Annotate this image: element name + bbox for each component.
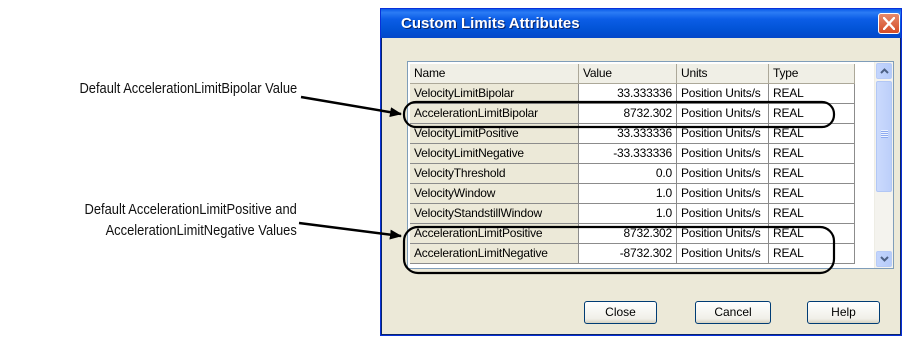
cell-value[interactable]: 8732.302 (579, 104, 677, 124)
close-icon (883, 17, 895, 30)
custom-limits-dialog: Custom Limits Attributes Name Value Unit… (380, 8, 902, 336)
cell-value[interactable]: 33.333336 (579, 84, 677, 104)
cell-type[interactable]: REAL (769, 104, 855, 124)
cell-value[interactable]: -8732.302 (579, 244, 677, 264)
table-row[interactable]: AccelerationLimitPositive 8732.302 Positio… (410, 224, 855, 244)
callout-positive-negative: Default AccelerationLimitPositive and Ac… (85, 199, 297, 241)
cell-units[interactable]: Position Units/s (677, 124, 769, 144)
column-header-value[interactable]: Value (579, 64, 677, 84)
cell-value[interactable]: 1.0 (579, 184, 677, 204)
column-header-name[interactable]: Name (410, 64, 579, 84)
cell-type[interactable]: REAL (769, 204, 855, 224)
table-row[interactable]: AccelerationLimitNegative -8732.302 Positi… (410, 244, 855, 264)
table-row[interactable]: VelocityLimitBipolar 33.333336 Position Un… (410, 84, 855, 104)
cell-units[interactable]: Position Units/s (677, 164, 769, 184)
scroll-up-icon (880, 68, 889, 74)
attributes-grid: Name Value Units Type VelocityLimitBipol… (410, 64, 855, 264)
table-row[interactable]: VelocityLimitNegative -33.333336 Position … (410, 144, 855, 164)
scroll-down-icon (880, 256, 889, 262)
scroll-down-button[interactable] (876, 251, 892, 267)
cell-type[interactable]: REAL (769, 84, 855, 104)
cell-units[interactable]: Position Units/s (677, 144, 769, 164)
cell-units[interactable]: Position Units/s (677, 184, 769, 204)
scrollbar-thumb[interactable] (876, 81, 892, 192)
cell-value[interactable]: -33.333336 (579, 144, 677, 164)
cell-type[interactable]: REAL (769, 244, 855, 264)
dialog-title: Custom Limits Attributes (401, 15, 580, 32)
column-header-units[interactable]: Units (677, 64, 769, 84)
table-row[interactable]: AccelerationLimitBipolar 8732.302 Position… (410, 104, 855, 124)
cell-value[interactable]: 1.0 (579, 204, 677, 224)
dialog-titlebar[interactable]: Custom Limits Attributes (381, 9, 901, 38)
table-row[interactable]: VelocityWindow 1.0 Position Units/s REAL (410, 184, 855, 204)
callout-pos-neg-line2: AccelerationLimitNegative Values (105, 222, 298, 239)
cell-value[interactable]: 8732.302 (579, 224, 677, 244)
cell-name: VelocityStandstillWindow (410, 204, 579, 224)
cell-name: AccelerationLimitBipolar (410, 104, 579, 124)
cell-name: VelocityLimitPositive (410, 124, 579, 144)
cell-type[interactable]: REAL (769, 144, 855, 164)
cell-units[interactable]: Position Units/s (677, 204, 769, 224)
cell-value[interactable]: 0.0 (579, 164, 677, 184)
table-row[interactable]: VelocityStandstillWindow 1.0 Position Unit… (410, 204, 855, 224)
cancel-button[interactable]: Cancel (695, 301, 771, 324)
cell-units[interactable]: Position Units/s (677, 104, 769, 124)
cell-name: VelocityLimitNegative (410, 144, 579, 164)
table-header-row: Name Value Units Type (410, 64, 855, 84)
callout-pos-neg-line1: Default AccelerationLimitPositive and (84, 201, 297, 218)
table-row[interactable]: VelocityLimitPositive 33.333336 Position U… (410, 124, 855, 144)
close-button[interactable]: Close (584, 301, 657, 324)
cell-type[interactable]: REAL (769, 124, 855, 144)
help-button[interactable]: Help (807, 301, 880, 324)
scroll-up-button[interactable] (876, 63, 892, 79)
cell-units[interactable]: Position Units/s (677, 84, 769, 104)
table-row[interactable]: VelocityThreshold 0.0 Position Units/s REAL (410, 164, 855, 184)
cell-name: VelocityLimitBipolar (410, 84, 579, 104)
cell-name: AccelerationLimitNegative (410, 244, 579, 264)
cell-name: AccelerationLimitPositive (410, 224, 579, 244)
window-close-button[interactable] (878, 13, 900, 34)
cell-type[interactable]: REAL (769, 224, 855, 244)
callout-bipolar: Default AccelerationLimitBipolar Value (79, 78, 297, 99)
column-header-type[interactable]: Type (769, 64, 855, 84)
vertical-scrollbar[interactable] (874, 62, 893, 268)
cell-type[interactable]: REAL (769, 164, 855, 184)
cell-value[interactable]: 33.333336 (579, 124, 677, 144)
cell-name: VelocityWindow (410, 184, 579, 204)
attributes-table: Name Value Units Type VelocityLimitBipol… (407, 61, 894, 269)
cell-units[interactable]: Position Units/s (677, 244, 769, 264)
cell-units[interactable]: Position Units/s (677, 224, 769, 244)
cell-name: VelocityThreshold (410, 164, 579, 184)
callout-bipolar-text: Default AccelerationLimitBipolar Value (79, 80, 297, 97)
cell-type[interactable]: REAL (769, 184, 855, 204)
